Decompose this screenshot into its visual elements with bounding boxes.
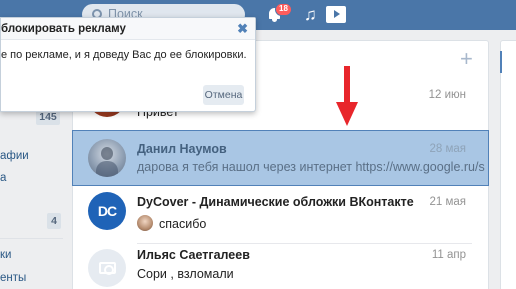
dialog-row[interactable]: Ильяс Саетгалеев Сори , взломали 11 апр: [73, 244, 488, 289]
dialog-date: 11 апр: [431, 249, 466, 261]
dialog-message: дарова я тебя нашол через интернет https…: [137, 160, 485, 174]
dialog-name: Данил Наумов: [137, 142, 227, 156]
sidebar-divider: [0, 238, 63, 239]
plus-icon[interactable]: +: [460, 48, 473, 70]
notifications-badge: 18: [275, 3, 292, 16]
red-arrow-icon: [336, 66, 358, 126]
cancel-button[interactable]: Отмена: [203, 85, 244, 105]
dialog-name: Ильяс Саетгалеев: [137, 248, 250, 262]
sidebar-item[interactable]: енты: [0, 272, 26, 284]
dialog-row-selected[interactable]: Данил Наумов дарова я тебя нашол через и…: [72, 130, 489, 186]
avatar: DC: [88, 192, 126, 230]
close-icon[interactable]: ✖: [237, 21, 248, 37]
popup-title: блокировать рекламу: [1, 23, 126, 35]
dialog-message: спасибо: [159, 217, 207, 231]
popup-body: е по рекламе, и я доведу Вас до ее блоки…: [1, 49, 247, 61]
sidebar-item[interactable]: а: [0, 172, 6, 184]
dialog-name: DyCover - Динамические обложки ВКонтакте: [137, 195, 414, 209]
adblock-popup: блокировать рекламу ✖ е по рекламе, и я …: [0, 17, 256, 112]
sidebar-count-badge: 4: [47, 213, 61, 229]
sidebar-item[interactable]: ки: [0, 249, 11, 261]
dialog-date: 21 мая: [429, 196, 466, 208]
dialog-message: Сори , взломали: [137, 267, 234, 281]
dialog-date: 28 мая: [429, 143, 466, 155]
sender-avatar: [137, 215, 153, 231]
video-icon[interactable]: [326, 6, 346, 23]
avatar: [88, 249, 126, 287]
avatar: [88, 139, 126, 177]
dialog-date: 12 июн: [428, 89, 466, 101]
music-icon[interactable]: ♫: [304, 6, 317, 23]
camera-icon: [99, 262, 116, 275]
right-panel: [500, 40, 516, 289]
sidebar-item-photos[interactable]: афии: [0, 150, 29, 162]
dialog-row[interactable]: DC DyCover - Динамические обложки ВКонта…: [73, 187, 488, 243]
